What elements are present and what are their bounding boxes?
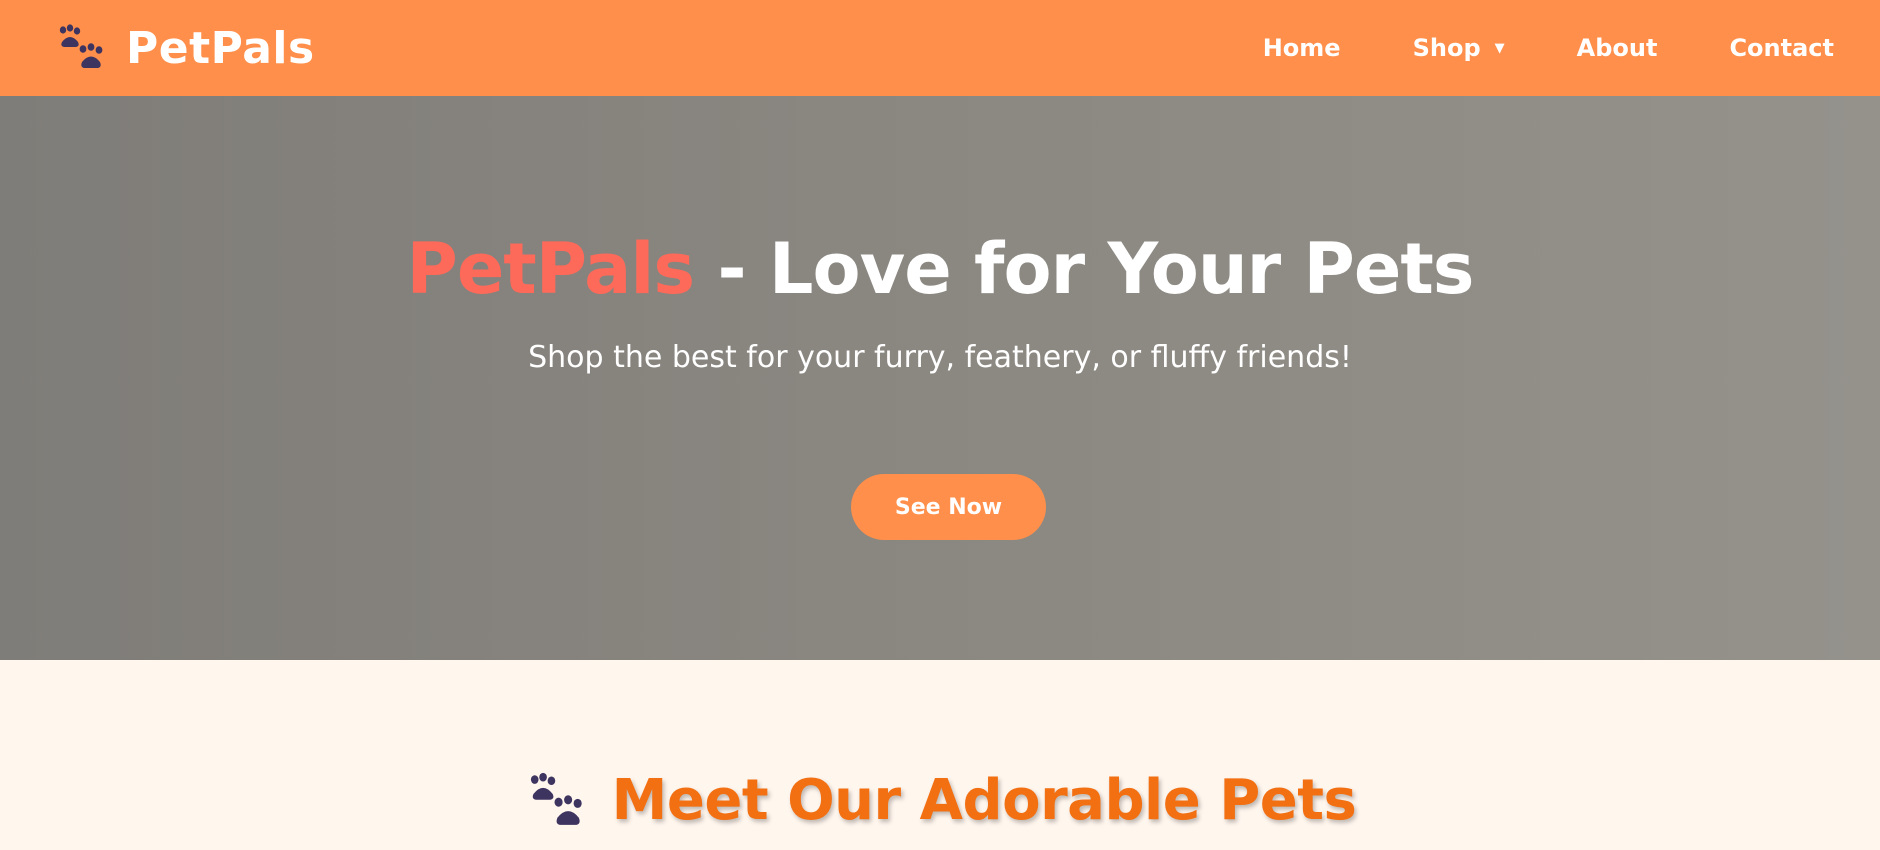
hero-subtitle: Shop the best for your furry, feathery, … [528, 340, 1352, 375]
brand-name: PetPals [126, 22, 315, 74]
see-now-button[interactable]: See Now [851, 474, 1046, 540]
nav-link-label: Contact [1729, 34, 1834, 62]
hero-title-rest: - Love for Your Pets [694, 228, 1474, 310]
paw-prints-icon [54, 24, 106, 72]
nav-link-label: About [1576, 34, 1658, 62]
nav-link-label: Home [1262, 34, 1341, 62]
section-heading: Meet Our Adorable Pets [0, 768, 1880, 833]
caret-down-icon: ▼ [1494, 40, 1505, 56]
hero-title: PetPals - Love for Your Pets [0, 228, 1880, 310]
brand-logo[interactable]: PetPals [54, 23, 315, 74]
hero-banner: PetPals - Love for Your Pets Shop the be… [0, 96, 1880, 660]
section-title: Meet Our Adorable Pets [611, 768, 1357, 833]
paw-prints-icon [524, 772, 586, 830]
nav-link-home[interactable]: Home [1263, 34, 1341, 62]
nav-link-about[interactable]: About [1577, 34, 1658, 62]
main-nav: Home Shop ▼ About Contact [1263, 34, 1834, 62]
top-navbar: PetPals Home Shop ▼ About Contact [0, 0, 1880, 96]
pets-section: Meet Our Adorable Pets [0, 660, 1880, 850]
hero-title-accent: PetPals [406, 228, 696, 310]
nav-link-shop[interactable]: Shop ▼ [1413, 34, 1505, 62]
nav-link-label: Shop [1412, 34, 1481, 62]
nav-link-contact[interactable]: Contact [1729, 34, 1834, 62]
